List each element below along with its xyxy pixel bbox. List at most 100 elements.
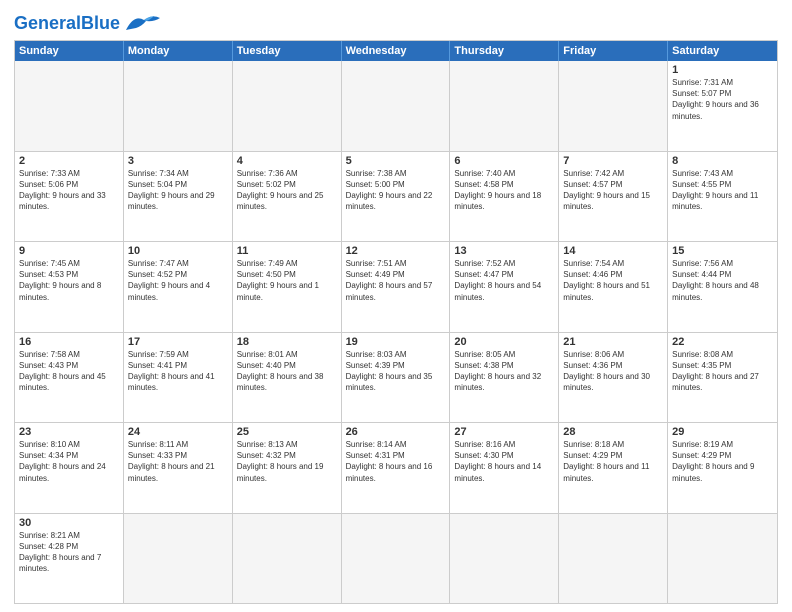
day-number: 4 [237, 155, 337, 167]
sun-info: Sunrise: 8:11 AMSunset: 4:33 PMDaylight:… [128, 439, 228, 484]
sun-info: Sunrise: 7:59 AMSunset: 4:41 PMDaylight:… [128, 349, 228, 394]
day-number: 26 [346, 426, 446, 438]
day-number: 14 [563, 245, 663, 257]
calendar-day-8: 8Sunrise: 7:43 AMSunset: 4:55 PMDaylight… [668, 152, 777, 242]
day-number: 11 [237, 245, 337, 257]
sun-info: Sunrise: 8:10 AMSunset: 4:34 PMDaylight:… [19, 439, 119, 484]
sun-info: Sunrise: 7:43 AMSunset: 4:55 PMDaylight:… [672, 168, 773, 213]
day-number: 15 [672, 245, 773, 257]
calendar-day-3: 3Sunrise: 7:34 AMSunset: 5:04 PMDaylight… [124, 152, 233, 242]
calendar: SundayMondayTuesdayWednesdayThursdayFrid… [14, 40, 778, 604]
calendar-day-26: 26Sunrise: 8:14 AMSunset: 4:31 PMDayligh… [342, 423, 451, 513]
day-number: 19 [346, 336, 446, 348]
weekday-header-sunday: Sunday [15, 41, 124, 61]
day-number: 28 [563, 426, 663, 438]
sun-info: Sunrise: 7:49 AMSunset: 4:50 PMDaylight:… [237, 258, 337, 303]
calendar-day-28: 28Sunrise: 8:18 AMSunset: 4:29 PMDayligh… [559, 423, 668, 513]
calendar-day-2: 2Sunrise: 7:33 AMSunset: 5:06 PMDaylight… [15, 152, 124, 242]
header: GeneralBlue [14, 12, 778, 34]
sun-info: Sunrise: 8:16 AMSunset: 4:30 PMDaylight:… [454, 439, 554, 484]
sun-info: Sunrise: 7:58 AMSunset: 4:43 PMDaylight:… [19, 349, 119, 394]
sun-info: Sunrise: 8:05 AMSunset: 4:38 PMDaylight:… [454, 349, 554, 394]
weekday-header-monday: Monday [124, 41, 233, 61]
weekday-header-tuesday: Tuesday [233, 41, 342, 61]
weekday-header-saturday: Saturday [668, 41, 777, 61]
calendar-day-12: 12Sunrise: 7:51 AMSunset: 4:49 PMDayligh… [342, 242, 451, 332]
calendar-day-9: 9Sunrise: 7:45 AMSunset: 4:53 PMDaylight… [15, 242, 124, 332]
calendar-day-19: 19Sunrise: 8:03 AMSunset: 4:39 PMDayligh… [342, 333, 451, 423]
sun-info: Sunrise: 7:45 AMSunset: 4:53 PMDaylight:… [19, 258, 119, 303]
day-number: 17 [128, 336, 228, 348]
calendar-day-5: 5Sunrise: 7:38 AMSunset: 5:00 PMDaylight… [342, 152, 451, 242]
calendar-cell-empty [15, 61, 124, 151]
day-number: 22 [672, 336, 773, 348]
logo-text: GeneralBlue [14, 14, 120, 32]
calendar-day-21: 21Sunrise: 8:06 AMSunset: 4:36 PMDayligh… [559, 333, 668, 423]
calendar-day-25: 25Sunrise: 8:13 AMSunset: 4:32 PMDayligh… [233, 423, 342, 513]
sun-info: Sunrise: 7:38 AMSunset: 5:00 PMDaylight:… [346, 168, 446, 213]
calendar-day-22: 22Sunrise: 8:08 AMSunset: 4:35 PMDayligh… [668, 333, 777, 423]
logo-general: General [14, 13, 81, 33]
weekday-header-wednesday: Wednesday [342, 41, 451, 61]
sun-info: Sunrise: 7:54 AMSunset: 4:46 PMDaylight:… [563, 258, 663, 303]
sun-info: Sunrise: 7:51 AMSunset: 4:49 PMDaylight:… [346, 258, 446, 303]
calendar-row-4: 23Sunrise: 8:10 AMSunset: 4:34 PMDayligh… [15, 422, 777, 513]
calendar-cell-empty [124, 514, 233, 604]
sun-info: Sunrise: 7:40 AMSunset: 4:58 PMDaylight:… [454, 168, 554, 213]
calendar-day-13: 13Sunrise: 7:52 AMSunset: 4:47 PMDayligh… [450, 242, 559, 332]
calendar-day-4: 4Sunrise: 7:36 AMSunset: 5:02 PMDaylight… [233, 152, 342, 242]
calendar-day-30: 30Sunrise: 8:21 AMSunset: 4:28 PMDayligh… [15, 514, 124, 604]
calendar-cell-empty [233, 514, 342, 604]
calendar-day-15: 15Sunrise: 7:56 AMSunset: 4:44 PMDayligh… [668, 242, 777, 332]
day-number: 10 [128, 245, 228, 257]
calendar-day-14: 14Sunrise: 7:54 AMSunset: 4:46 PMDayligh… [559, 242, 668, 332]
sun-info: Sunrise: 7:31 AMSunset: 5:07 PMDaylight:… [672, 77, 773, 122]
day-number: 21 [563, 336, 663, 348]
page: GeneralBlue SundayMondayTuesdayWednesday… [0, 0, 792, 612]
sun-info: Sunrise: 7:56 AMSunset: 4:44 PMDaylight:… [672, 258, 773, 303]
sun-info: Sunrise: 8:08 AMSunset: 4:35 PMDaylight:… [672, 349, 773, 394]
sun-info: Sunrise: 8:06 AMSunset: 4:36 PMDaylight:… [563, 349, 663, 394]
calendar-day-23: 23Sunrise: 8:10 AMSunset: 4:34 PMDayligh… [15, 423, 124, 513]
day-number: 8 [672, 155, 773, 167]
calendar-row-3: 16Sunrise: 7:58 AMSunset: 4:43 PMDayligh… [15, 332, 777, 423]
calendar-day-7: 7Sunrise: 7:42 AMSunset: 4:57 PMDaylight… [559, 152, 668, 242]
sun-info: Sunrise: 8:19 AMSunset: 4:29 PMDaylight:… [672, 439, 773, 484]
day-number: 24 [128, 426, 228, 438]
day-number: 20 [454, 336, 554, 348]
calendar-row-5: 30Sunrise: 8:21 AMSunset: 4:28 PMDayligh… [15, 513, 777, 604]
sun-info: Sunrise: 8:18 AMSunset: 4:29 PMDaylight:… [563, 439, 663, 484]
sun-info: Sunrise: 7:52 AMSunset: 4:47 PMDaylight:… [454, 258, 554, 303]
calendar-cell-empty [559, 514, 668, 604]
sun-info: Sunrise: 7:33 AMSunset: 5:06 PMDaylight:… [19, 168, 119, 213]
calendar-day-20: 20Sunrise: 8:05 AMSunset: 4:38 PMDayligh… [450, 333, 559, 423]
day-number: 7 [563, 155, 663, 167]
sun-info: Sunrise: 8:21 AMSunset: 4:28 PMDaylight:… [19, 530, 119, 575]
calendar-row-0: 1Sunrise: 7:31 AMSunset: 5:07 PMDaylight… [15, 61, 777, 151]
calendar-day-16: 16Sunrise: 7:58 AMSunset: 4:43 PMDayligh… [15, 333, 124, 423]
sun-info: Sunrise: 7:42 AMSunset: 4:57 PMDaylight:… [563, 168, 663, 213]
day-number: 27 [454, 426, 554, 438]
day-number: 12 [346, 245, 446, 257]
day-number: 9 [19, 245, 119, 257]
sun-info: Sunrise: 7:36 AMSunset: 5:02 PMDaylight:… [237, 168, 337, 213]
sun-info: Sunrise: 8:03 AMSunset: 4:39 PMDaylight:… [346, 349, 446, 394]
weekday-header-friday: Friday [559, 41, 668, 61]
day-number: 16 [19, 336, 119, 348]
logo-bird-icon [124, 12, 162, 34]
calendar-day-18: 18Sunrise: 8:01 AMSunset: 4:40 PMDayligh… [233, 333, 342, 423]
calendar-cell-empty [342, 514, 451, 604]
day-number: 23 [19, 426, 119, 438]
day-number: 1 [672, 64, 773, 76]
calendar-day-17: 17Sunrise: 7:59 AMSunset: 4:41 PMDayligh… [124, 333, 233, 423]
calendar-cell-empty [233, 61, 342, 151]
day-number: 6 [454, 155, 554, 167]
calendar-row-1: 2Sunrise: 7:33 AMSunset: 5:06 PMDaylight… [15, 151, 777, 242]
sun-info: Sunrise: 7:47 AMSunset: 4:52 PMDaylight:… [128, 258, 228, 303]
calendar-cell-empty [559, 61, 668, 151]
day-number: 30 [19, 517, 119, 529]
calendar-day-29: 29Sunrise: 8:19 AMSunset: 4:29 PMDayligh… [668, 423, 777, 513]
day-number: 3 [128, 155, 228, 167]
calendar-day-1: 1Sunrise: 7:31 AMSunset: 5:07 PMDaylight… [668, 61, 777, 151]
sun-info: Sunrise: 8:01 AMSunset: 4:40 PMDaylight:… [237, 349, 337, 394]
